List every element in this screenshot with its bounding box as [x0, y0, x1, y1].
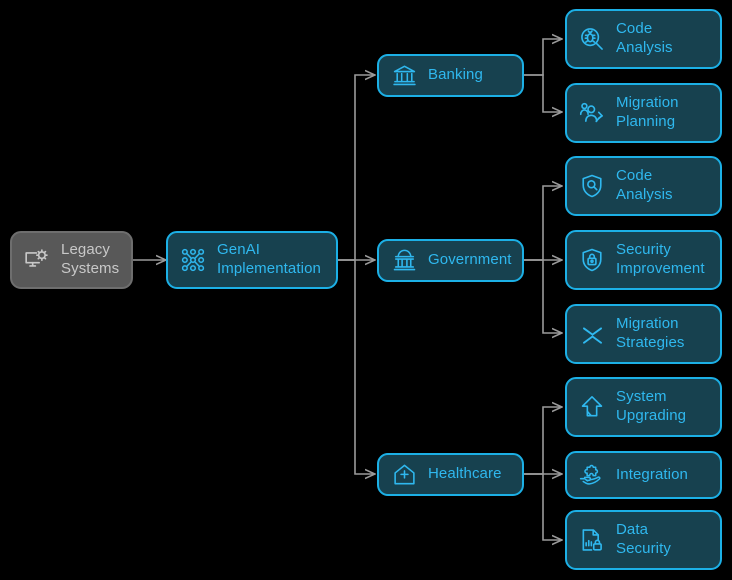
monitor-gear-icon — [23, 246, 51, 274]
node-healthcare-data-security[interactable]: Data Security — [565, 510, 722, 570]
node-label: Legacy Systems — [61, 241, 120, 277]
node-label: Healthcare — [428, 465, 502, 483]
node-banking-migration-planning[interactable]: Migration Planning — [565, 83, 722, 143]
node-label: Security Improvement — [616, 241, 705, 277]
users-migration-icon — [578, 99, 606, 127]
neural-network-icon — [179, 246, 207, 274]
shield-magnifier-icon — [578, 172, 606, 200]
node-label: GenAI Implementation — [217, 241, 321, 277]
bug-magnifier-icon — [578, 25, 606, 53]
hospital-house-icon — [390, 461, 418, 489]
node-genai-implementation[interactable]: GenAI Implementation — [166, 231, 338, 289]
compress-chevrons-icon — [578, 320, 606, 348]
capitol-building-icon — [390, 247, 418, 275]
node-label: Government — [428, 251, 512, 269]
node-banking[interactable]: Banking — [377, 54, 524, 97]
hand-puzzle-icon — [578, 461, 606, 489]
node-government[interactable]: Government — [377, 239, 524, 282]
node-label: Migration Strategies — [616, 315, 685, 351]
node-legacy-systems[interactable]: Legacy Systems — [10, 231, 133, 289]
node-label: Banking — [428, 66, 483, 84]
node-healthcare[interactable]: Healthcare — [377, 453, 524, 496]
node-government-migration-strategies[interactable]: Migration Strategies — [565, 304, 722, 364]
bank-building-icon — [390, 62, 418, 90]
shield-lock-icon — [578, 246, 606, 274]
node-label: Code Analysis — [616, 167, 673, 203]
node-label: Migration Planning — [616, 94, 679, 130]
node-label: Integration — [616, 465, 688, 483]
node-label: Data Security — [616, 521, 671, 557]
node-healthcare-system-upgrading[interactable]: System Upgrading — [565, 377, 722, 437]
node-government-security-improvement[interactable]: Security Improvement — [565, 230, 722, 290]
node-label: Code Analysis — [616, 20, 673, 56]
upgrade-arrow-icon — [578, 393, 606, 421]
node-banking-code-analysis[interactable]: Code Analysis — [565, 9, 722, 69]
node-healthcare-integration[interactable]: Integration — [565, 451, 722, 499]
document-lock-icon — [578, 526, 606, 554]
diagram-canvas: Legacy Systems GenAI Implementation Bank… — [0, 0, 732, 580]
node-label: System Upgrading — [616, 388, 687, 424]
node-government-code-analysis[interactable]: Code Analysis — [565, 156, 722, 216]
